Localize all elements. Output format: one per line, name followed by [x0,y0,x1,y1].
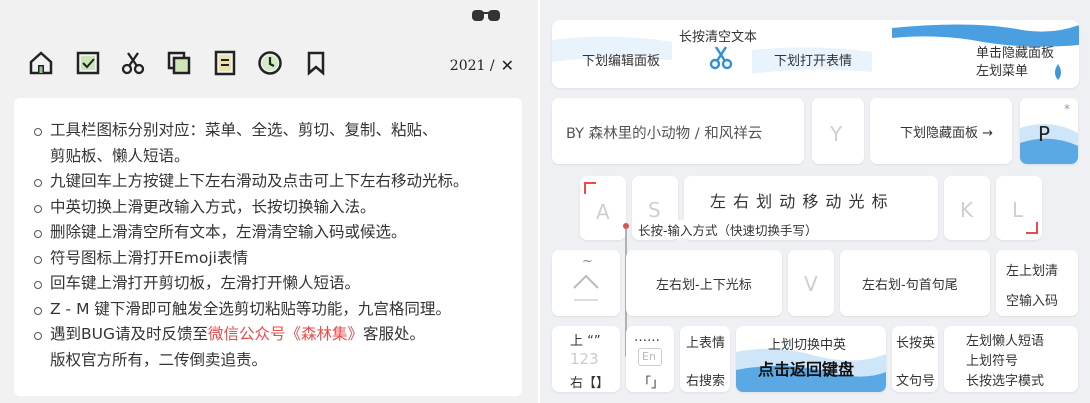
move-cursor-label: 左 右 划 动 移 动 光 标 [710,192,889,211]
clipboard-icon[interactable] [212,50,238,76]
key-a-label: A [596,200,610,224]
symbol-key[interactable]: ~ [552,250,620,316]
credit-key[interactable]: BY 森林里的小动物 / 和风祥云 [552,98,804,164]
copyright-text: 版权官方所有，二传倒卖追责。 [50,350,268,369]
help-item: 剪贴板、懒人短语。 [50,146,190,165]
scissors-icon[interactable] [708,44,734,70]
swipe-up-symbol-label: 上划符号 [966,354,1019,369]
key-p-label: P [1038,122,1051,146]
long-press-clear-label: 长按清空文本 [679,30,758,45]
space-key[interactable]: 上划切换中英 点击返回键盘 [736,326,886,392]
long-press-input-label: 长按-输入方式（快速切换手写） [636,220,820,239]
clock-icon[interactable] [257,50,283,76]
lang-key[interactable]: …… En 「」 [626,326,674,392]
scissors-icon[interactable] [120,50,146,76]
key-y[interactable]: Y [812,98,864,164]
swipe-emoji-label: 下划打开表情 [774,54,853,69]
right-bracket-label: 右【】 [570,376,610,391]
help-card: 工具栏图标分别对应：菜单、全选、剪切、复制、粘贴、 剪贴板、懒人短语。 九键回车… [14,98,522,396]
water-drop-icon [1055,64,1061,80]
key-l-label: L [1012,198,1024,222]
up-emoji-label: 上表情 [686,336,726,351]
bookmark-icon[interactable] [303,50,329,76]
glasses-icon [472,10,500,21]
help-item: 回车键上滑打开剪切板，左滑打开懒人短语。 [34,271,506,297]
key-a[interactable]: A [580,176,626,240]
long-press-en-label: 长按英 [896,336,936,351]
lr-updown-label: 左右划-上下光标 [656,278,752,293]
swipe-left-menu-label: 左划菜单 [976,64,1029,79]
copy-icon[interactable] [166,50,192,76]
key-v-label: V [804,272,818,296]
help-item: 符号图标上滑打开Emoji表情 [34,246,506,272]
keyboard-guide: 长按清空文本 下划编辑面板 下划打开表情 单击隐藏面板 左划菜单 BY 森林里的… [540,0,1090,403]
top-panel[interactable]: 长按清空文本 下划编辑面板 下划打开表情 单击隐藏面板 左划菜单 [552,20,1079,88]
close-icon[interactable]: ✕ [501,56,514,75]
swipe-up-clear-label: 左上划清 [1006,264,1059,279]
up-quotes-label: 上 “” [570,334,601,349]
wechat-link[interactable]: 微信公众号《森林集》 [208,325,363,343]
bug-prefix: 遇到BUG请及时反馈至 [50,325,208,343]
help-item: Z - M 键下滑即可触发全选剪切粘贴等功能，九宫格同理。 [34,297,506,323]
credit-label: BY 森林里的小动物 / 和风祥云 [566,126,763,142]
toolbar-right: 2021 / ✕ [450,56,514,75]
en-label: En [642,350,656,363]
period-key[interactable]: 长按英 文句号 [892,326,938,392]
year-label: 2021 / [449,57,495,74]
toolbar: 2021 / ✕ [14,40,524,88]
dots-label: …… [634,330,660,345]
key-s-label: S [648,198,661,222]
delete-key[interactable]: 左上划清 空输入码 [996,250,1078,316]
right-search-label: 右搜索 [686,374,726,389]
tap-hide-label: 单击隐藏面板 [976,46,1055,61]
help-item: 工具栏图标分别对应：菜单、全选、剪切、复制、粘贴、 [34,118,506,144]
updown-cursor-key[interactable]: 左右划-上下光标 [626,250,782,316]
number-key[interactable]: 上 “” 123 右【】 [552,326,620,392]
swipe-left-phrase-label: 左划懒人短语 [966,334,1045,349]
text-num-label: 文句号 [896,374,936,389]
corner-marker [584,182,596,194]
key-y-label: Y [830,122,843,146]
bug-suffix: 客服处。 [363,325,426,343]
home-icon[interactable] [28,50,54,76]
lr-sentence-label: 左右划-句首句尾 [862,278,958,293]
key-k-label: K [960,198,974,222]
key-l[interactable]: L [996,176,1042,240]
help-item: 九键回车上方按键上下左右滑动及点击可上下左右移动光标。 [34,169,506,195]
swipe-edit-label: 下划编辑面板 [582,54,661,69]
tilde-label: ~ [582,254,593,269]
help-item-bug: 遇到BUG请及时反馈至微信公众号《森林集》客服处。 [34,322,506,348]
check-square-icon[interactable] [75,50,101,76]
num-label: 123 [570,350,599,368]
long-press-select-label: 长按选字模式 [966,374,1045,389]
swipe-hide-label: 下划隐藏面板 → [900,126,994,141]
shift-arrow-icon [573,274,599,301]
clear-code-label: 空输入码 [1006,294,1059,309]
emoji-key[interactable]: 上表情 右搜索 [680,326,730,392]
key-p[interactable]: P * [1020,98,1078,164]
help-list: 工具栏图标分别对应：菜单、全选、剪切、复制、粘贴、 剪贴板、懒人短语。 九键回车… [34,118,506,373]
star-label: * [1064,102,1070,116]
enter-key[interactable]: 左划懒人短语 上划符号 长按选字模式 [944,326,1078,392]
help-item: 中英切换上滑更改输入方式，长按切换输入法。 [34,195,506,221]
swipe-hide-key[interactable]: 下划隐藏面板 → [870,98,1012,164]
help-item: 删除键上滑清空所有文本，左滑清空输入码或候选。 [34,220,506,246]
key-v[interactable]: V [788,250,834,316]
help-panel: 2021 / ✕ 工具栏图标分别对应：菜单、全选、剪切、复制、粘贴、 剪贴板、懒… [0,0,538,403]
sentence-cursor-key[interactable]: 左右划-句首句尾 [840,250,990,316]
tap-return-label: 点击返回键盘 [758,360,855,379]
swipe-switch-label: 上划切换中英 [768,338,847,353]
corner-marker [1026,222,1038,234]
key-k[interactable]: K [944,176,990,240]
corner-quote-label: 「」 [638,376,665,391]
